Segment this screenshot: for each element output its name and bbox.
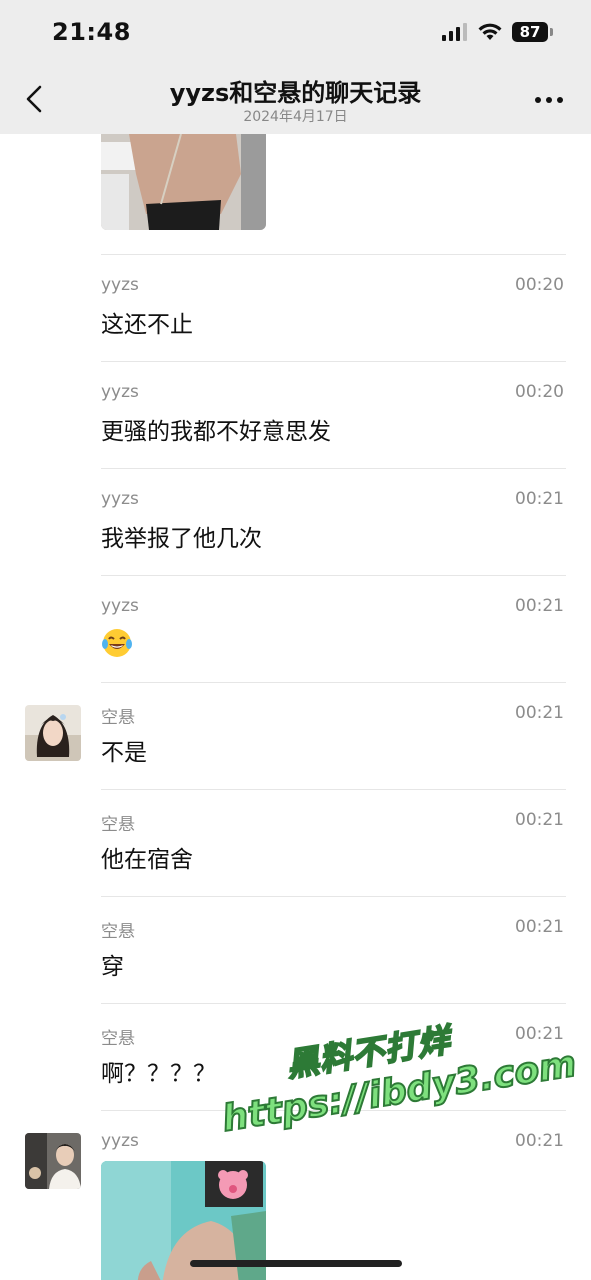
message-text[interactable]: 啊？？？？ — [101, 1054, 216, 1088]
message-time: 00:21 — [515, 1024, 564, 1044]
message-time: 00:21 — [515, 917, 564, 937]
message-text[interactable]: 更骚的我都不好意思发 — [101, 412, 331, 446]
message-sender: yyzs — [101, 596, 139, 616]
chat-message: 空悬 00:21 啊？？？？ — [0, 1003, 591, 1110]
message-sender: 空悬 — [101, 1029, 135, 1049]
chat-message: yyzs 00:21 我举报了他几次 — [0, 468, 591, 575]
photo-thumbnail — [101, 134, 266, 230]
message-text[interactable]: 不是 — [101, 733, 147, 767]
chat-message: yyzs 00:20 这还不止 — [0, 254, 591, 361]
divider — [101, 575, 566, 576]
divider — [101, 789, 566, 790]
message-time: 00:20 — [515, 275, 564, 295]
chat-message: yyzs 00:20 更骚的我都不好意思发 — [0, 361, 591, 468]
chat-record-list[interactable]: yyzs 00:20 这还不止 yyzs 00:20 更骚的我都不好意思发 yy… — [0, 134, 591, 1280]
chat-message: 空悬 00:21 不是 — [0, 682, 591, 789]
message-sender: yyzs — [101, 382, 139, 402]
message-text[interactable]: 这还不止 — [101, 305, 193, 339]
divider — [101, 682, 566, 683]
message-sender: yyzs — [101, 489, 139, 509]
nav-bar: yyzs和空悬的聊天记录 2024年4月17日 — [0, 64, 591, 134]
divider — [101, 468, 566, 469]
chat-message: yyzs 00:21 — [0, 1110, 591, 1280]
avatar[interactable] — [25, 1133, 81, 1189]
message-time: 00:21 — [515, 810, 564, 830]
message-time: 00:21 — [515, 703, 564, 723]
message-sender: yyzs — [101, 275, 139, 295]
avatar-image — [25, 1133, 81, 1189]
avatar[interactable] — [25, 705, 81, 761]
message-sender: yyzs — [101, 1131, 139, 1151]
status-time: 21:48 — [52, 18, 131, 46]
battery-icon: 87 — [512, 22, 553, 42]
home-indicator[interactable] — [190, 1260, 402, 1267]
message-time: 00:21 — [515, 596, 564, 616]
message-time: 00:21 — [515, 489, 564, 509]
divider — [101, 1003, 566, 1004]
message-sender: 空悬 — [101, 815, 135, 835]
message-sender: 空悬 — [101, 708, 135, 728]
chat-history-date: 2024年4月17日 — [243, 109, 348, 125]
message-time: 00:20 — [515, 382, 564, 402]
divider — [101, 896, 566, 897]
photo-message[interactable] — [101, 134, 266, 230]
message-text[interactable]: 穿 — [101, 947, 124, 981]
divider — [101, 361, 566, 362]
chat-history-title: yyzs和空悬的聊天记录 — [169, 79, 422, 107]
face-with-tears-of-joy-icon[interactable] — [101, 627, 133, 659]
battery-level: 87 — [512, 22, 548, 42]
message-sender: 空悬 — [101, 922, 135, 942]
cellular-signal-icon — [442, 23, 467, 41]
divider — [101, 1110, 566, 1111]
status-icons: 87 — [442, 22, 553, 42]
message-text[interactable]: 他在宿舍 — [101, 840, 193, 874]
message-text[interactable]: 我举报了他几次 — [101, 519, 262, 553]
chat-message: yyzs 00:21 — [0, 575, 591, 682]
avatar-image — [25, 705, 81, 761]
chat-message: 空悬 00:21 穿 — [0, 896, 591, 1003]
chat-message: 空悬 00:21 他在宿舍 — [0, 789, 591, 896]
message-time: 00:21 — [515, 1131, 564, 1151]
more-options-icon[interactable] — [533, 88, 565, 112]
wifi-icon — [478, 23, 502, 40]
battery-tip — [550, 28, 553, 36]
divider — [101, 254, 566, 255]
status-bar: 21:48 87 — [0, 0, 591, 64]
